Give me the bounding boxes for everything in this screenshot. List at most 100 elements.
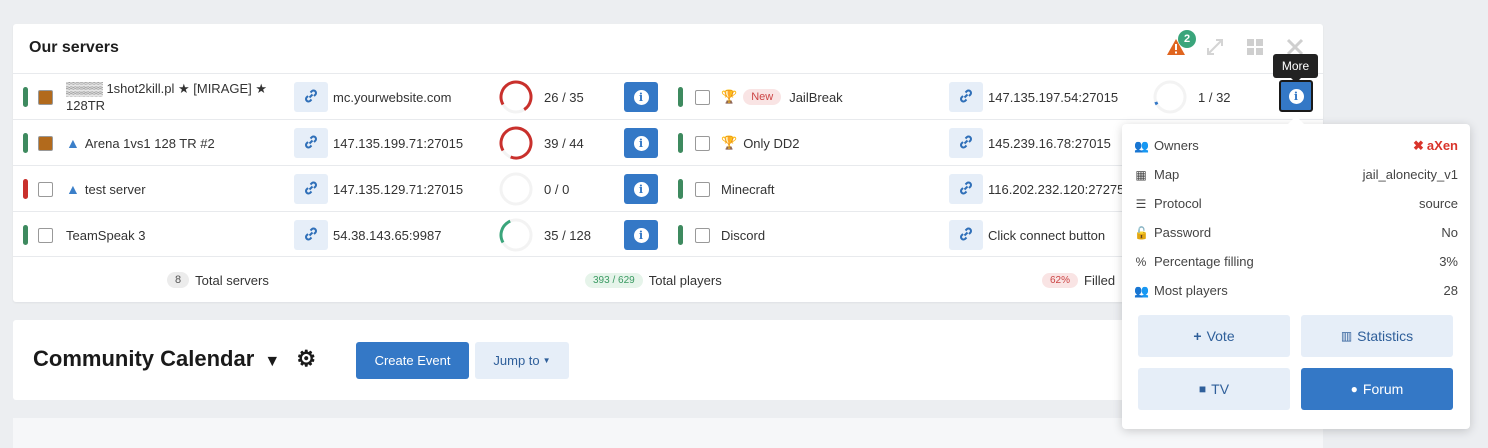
more-info-button[interactable]: i [624, 220, 658, 250]
detail-label: Percentage filling [1154, 254, 1254, 269]
detail-value: No [1441, 225, 1458, 240]
server-address[interactable]: 145.239.16.78:27015 [988, 120, 1123, 166]
more-info-button[interactable]: i [624, 174, 658, 204]
status-indicator [678, 87, 683, 107]
alert-count-badge: 2 [1178, 30, 1196, 48]
owner-logo-icon: ✖ [1413, 137, 1424, 153]
warning-icon: ▲ [66, 134, 80, 151]
server-name: Only DD2 [743, 135, 800, 151]
users-icon: 👥 [1134, 283, 1149, 298]
status-indicator [23, 133, 28, 153]
connect-link-button[interactable] [294, 174, 328, 204]
comments-icon: ● [1350, 382, 1358, 396]
server-name: ▒▒▒▒ 1shot2kill.pl ★ [MIRAGE] ★ 128TR [66, 81, 268, 113]
more-info-button[interactable]: i [624, 128, 658, 158]
caret-down-icon: ▼ [264, 353, 281, 370]
detail-label: Most players [1154, 283, 1228, 298]
connect-link-button[interactable] [294, 220, 328, 250]
connect-link-button[interactable] [294, 82, 328, 112]
link-icon [958, 180, 974, 199]
detail-value[interactable]: ✖ aXen [1413, 138, 1458, 154]
more-tooltip: More [1273, 54, 1318, 83]
lock-icon: 🔓 [1134, 225, 1149, 240]
forum-button[interactable]: ● Forum [1301, 368, 1453, 410]
detail-value: 3% [1439, 254, 1458, 269]
calendar-title[interactable]: Community Calendar ▼ ⚙ [33, 346, 316, 372]
warning-icon: ▲ [66, 180, 80, 197]
more-info-button[interactable]: i [624, 82, 658, 112]
connect-link-button[interactable] [949, 220, 983, 250]
server-details-popup: 👥 Owners ✖ aXen ▦ Map jail_alonecity_v1 ☰ Protoc… [1122, 116, 1470, 429]
server-name: Minecraft [721, 181, 775, 197]
link-icon [958, 226, 974, 245]
alert-icon[interactable]: 2 [1166, 30, 1196, 56]
players-ring [498, 212, 534, 258]
server-address[interactable]: mc.yourwebsite.com [333, 74, 451, 120]
filled-label: Filled [1084, 272, 1116, 288]
server-icon: ☰ [1135, 196, 1147, 211]
players-count: 39 / 44 [544, 135, 584, 151]
server-name: test server [84, 181, 146, 197]
statistics-button[interactable]: ▥ Statistics [1301, 315, 1453, 357]
tv-button[interactable]: ■ TV [1138, 368, 1290, 410]
game-icon [38, 227, 53, 243]
game-icon [695, 227, 710, 243]
players-count: 35 / 128 [544, 227, 591, 243]
detail-label: Owners [1154, 138, 1199, 153]
status-indicator [23, 87, 28, 107]
new-badge: New [743, 89, 782, 105]
grid-icon[interactable] [1246, 38, 1264, 56]
link-icon [303, 134, 319, 153]
link-icon [303, 226, 319, 245]
server-address[interactable]: 147.135.199.71:27015 [333, 120, 463, 166]
detail-row: ☰ Protocol source [1134, 189, 1458, 218]
trophy-icon: 🏆 [721, 135, 738, 150]
more-info-button-active[interactable]: i [1279, 80, 1313, 112]
table-row: ▒▒▒▒ 1shot2kill.pl ★ [MIRAGE] ★ 128TR mc.… [13, 73, 1323, 119]
plus-icon: + [1193, 328, 1202, 344]
vote-button[interactable]: + Vote [1138, 315, 1290, 357]
info-icon: i [633, 135, 649, 151]
expand-icon[interactable] [1206, 38, 1224, 56]
status-indicator [23, 225, 28, 245]
link-icon [958, 134, 974, 153]
players-count: 26 / 35 [544, 89, 584, 105]
connect-link-button[interactable] [949, 128, 983, 158]
game-icon [38, 181, 53, 197]
connect-link-button[interactable] [949, 82, 983, 112]
gear-icon[interactable]: ⚙ [296, 346, 316, 371]
detail-value: 28 [1443, 283, 1458, 298]
server-address[interactable]: 147.135.197.54:27015 [988, 74, 1123, 120]
jump-to-button[interactable]: Jump to ▼ [475, 342, 569, 379]
status-indicator [678, 225, 683, 245]
users-icon: 👥 [1134, 138, 1149, 153]
status-indicator [23, 179, 28, 199]
video-icon: ■ [1198, 382, 1207, 396]
server-address[interactable]: Click connect button [988, 212, 1123, 258]
server-address[interactable]: 54.38.143.65:9987 [333, 212, 441, 258]
server-name: JailBreak [789, 89, 843, 105]
servers-count-pill: 8 [167, 272, 190, 288]
game-icon [38, 89, 53, 105]
server-name: Discord [721, 227, 766, 243]
game-icon [695, 135, 710, 151]
info-icon: i [633, 89, 649, 105]
servers-label: Total servers [195, 272, 269, 288]
link-icon [958, 88, 974, 107]
filled-pct-pill: 62% [1042, 272, 1079, 288]
server-address[interactable]: 116.202.232.120:27275 [988, 166, 1123, 212]
chart-icon: ▥ [1340, 329, 1353, 343]
detail-row: 👥 Owners ✖ aXen [1134, 131, 1458, 160]
create-event-button[interactable]: Create Event [356, 342, 469, 379]
detail-row: % Percentage filling 3% [1134, 247, 1458, 276]
detail-row: 🔓 Password No [1134, 218, 1458, 247]
detail-label: Map [1154, 167, 1180, 182]
detail-label: Protocol [1154, 196, 1202, 211]
players-count: 0 / 0 [544, 181, 570, 197]
server-address[interactable]: 147.135.129.71:27015 [333, 166, 463, 212]
players-count: 1 / 32 [1198, 89, 1231, 105]
caret-down-icon: ▼ [542, 356, 551, 365]
connect-link-button[interactable] [294, 128, 328, 158]
connect-link-button[interactable] [949, 174, 983, 204]
link-icon [303, 88, 319, 107]
